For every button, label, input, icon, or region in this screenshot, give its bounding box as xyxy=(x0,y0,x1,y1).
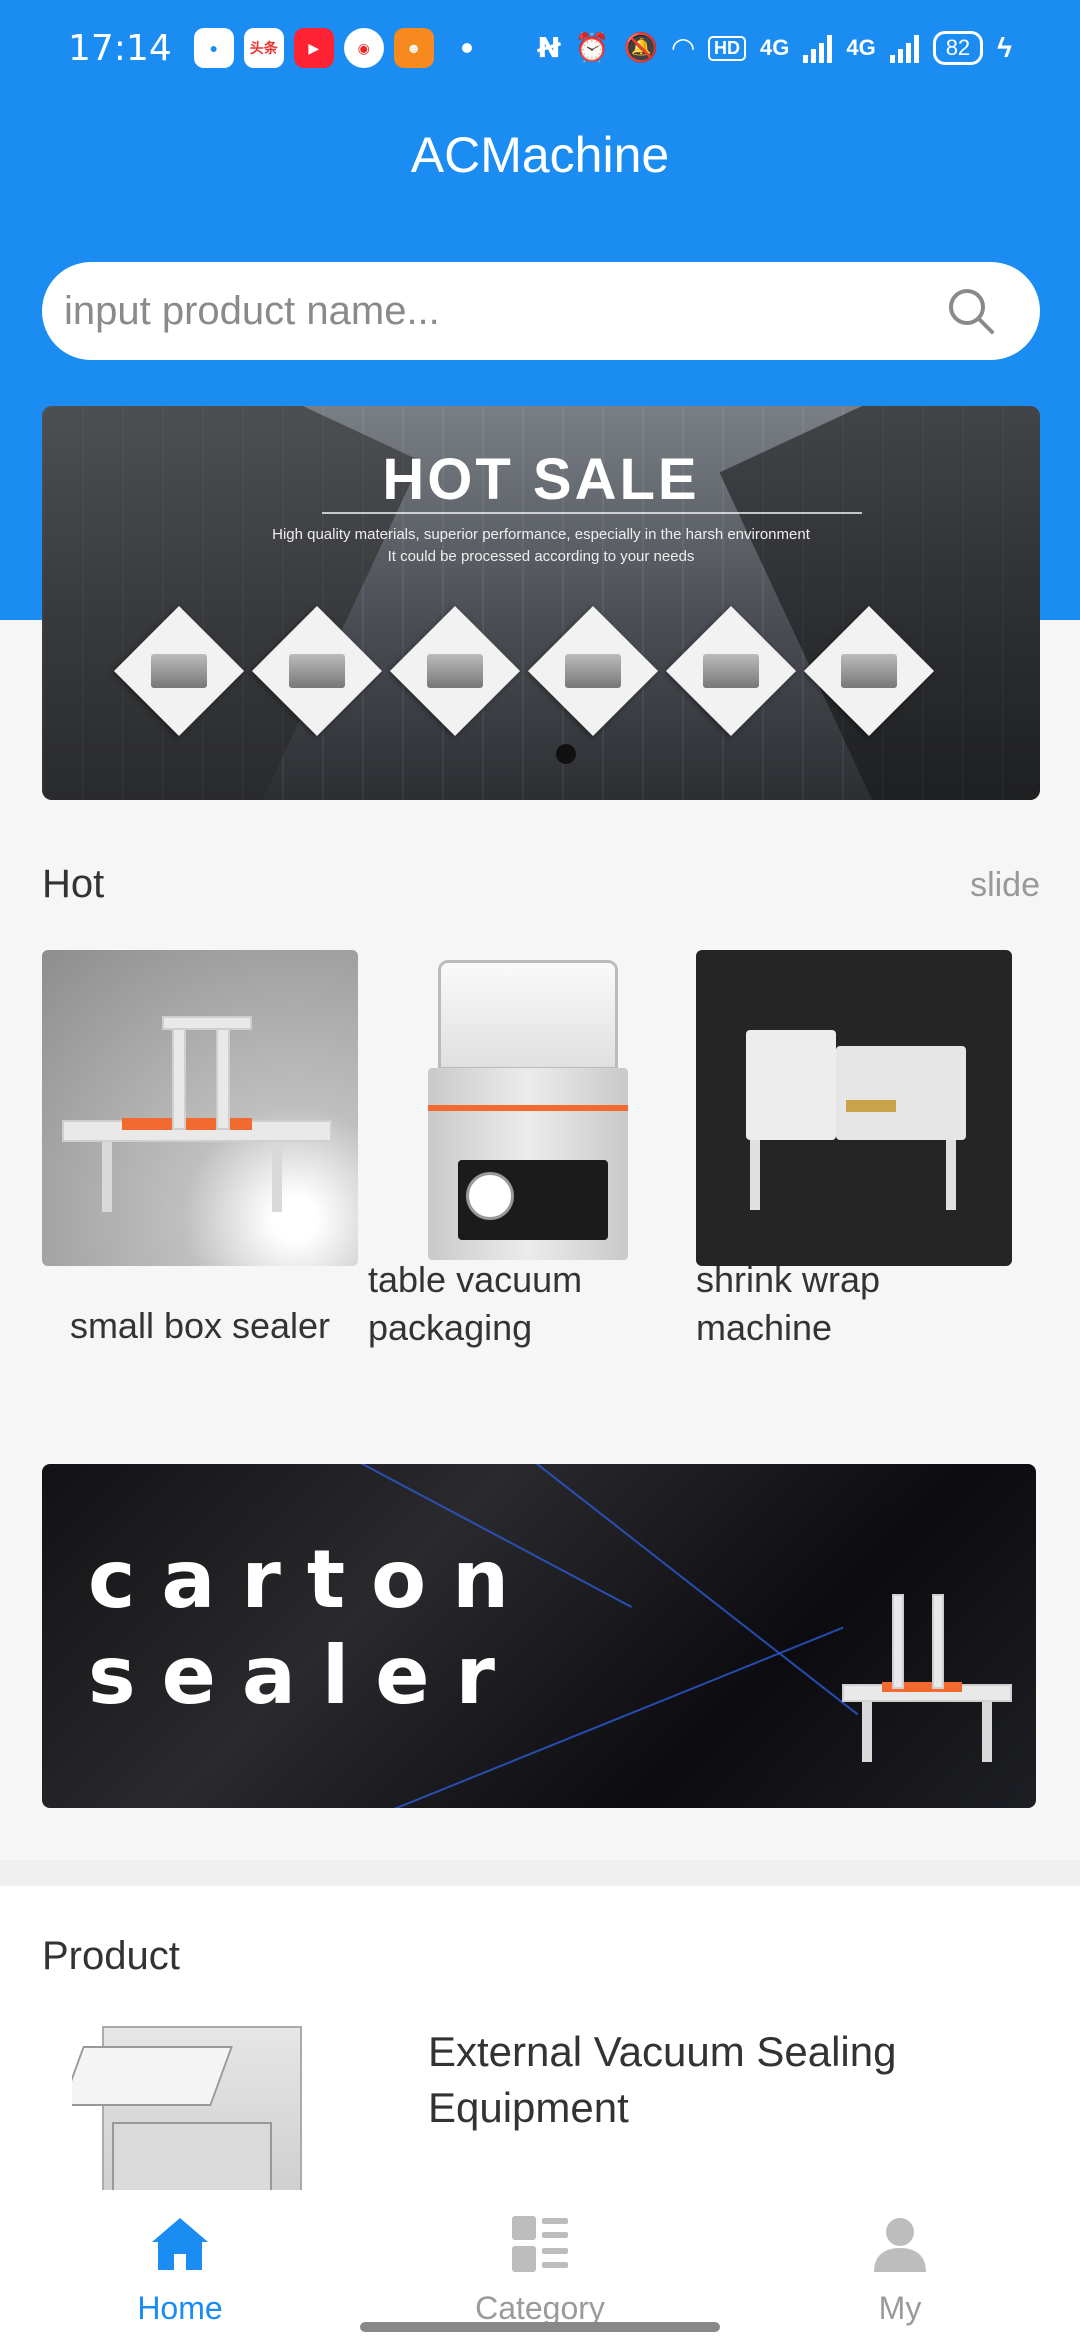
search-bar[interactable] xyxy=(42,262,1040,360)
battery-icon: 82 xyxy=(932,31,984,65)
system-status: Ꞥ ⏰ 🔕 ◠ HD 4G 4G 82 ϟ xyxy=(537,31,1012,65)
carton-sealer-banner[interactable]: carton sealer xyxy=(42,1464,1036,1808)
promo-text: carton sealer xyxy=(88,1532,535,1724)
hd-icon: HD xyxy=(707,35,746,61)
nfc-icon: Ꞥ xyxy=(537,32,561,63)
banner-machine-image xyxy=(803,605,935,737)
hot-item-small-box-sealer[interactable]: small box sealer xyxy=(42,950,358,1350)
hot-sale-banner[interactable]: HOT SALE High quality materials, superio… xyxy=(42,406,1040,800)
product-image xyxy=(368,950,684,1266)
more-notifications-dot xyxy=(461,43,472,53)
promo-line-1: carton xyxy=(88,1533,536,1626)
game-notification-icon: ☻ xyxy=(393,28,434,68)
promo-machine-image xyxy=(832,1574,1022,1774)
home-icon xyxy=(152,2218,208,2270)
alarm-icon: ⏰ xyxy=(574,32,610,63)
network-type-1: 4G xyxy=(759,35,790,60)
banner-machine-image xyxy=(665,605,797,737)
product-image xyxy=(72,2026,338,2190)
search-icon[interactable] xyxy=(944,284,998,338)
video-notification-icon: ▶ xyxy=(293,28,334,68)
product-image xyxy=(42,950,358,1266)
signal-2-icon xyxy=(889,33,919,63)
bottom-navigation: Home Category My xyxy=(0,2190,1080,2340)
status-bar: 17:14 ● 头条 ▶ ◉ ☻ Ꞥ ⏰ 🔕 ◠ HD 4G 4G 82 ϟ xyxy=(0,0,1080,96)
category-icon xyxy=(512,2216,568,2272)
banner-subtitle-line2: It could be processed according to your … xyxy=(387,548,695,565)
hot-section-title: Hot xyxy=(42,862,105,906)
product-name: External Vacuum Sealing Equipment xyxy=(428,2028,897,2131)
user-icon xyxy=(874,2218,926,2272)
network-type-2: 4G xyxy=(846,35,876,60)
banner-divider xyxy=(322,512,862,514)
banner-machine-image xyxy=(251,605,383,737)
product-image xyxy=(696,950,1012,1266)
mute-icon: 🔕 xyxy=(623,32,659,63)
hot-item-table-vacuum-packaging[interactable]: table vacuum packaging xyxy=(368,950,684,1352)
record-notification-icon: ◉ xyxy=(343,28,384,68)
hot-item-label: table vacuum packaging xyxy=(368,1259,583,1348)
toutiao-notification-icon: 头条 xyxy=(243,28,284,68)
app-title: ACMachine xyxy=(410,127,670,183)
status-time: 17:14 xyxy=(68,27,172,69)
hot-slide-link[interactable]: slide xyxy=(970,866,1040,905)
wifi-icon: ◠ xyxy=(672,32,694,63)
promo-decoration xyxy=(525,1464,859,1716)
home-gesture-bar[interactable] xyxy=(360,2322,720,2332)
promo-line-2: sealer xyxy=(88,1629,521,1722)
section-divider xyxy=(0,1860,1080,1886)
banner-machine-image xyxy=(389,605,521,737)
hot-item-label: shrink wrap machine xyxy=(696,1259,881,1348)
charging-icon: ϟ xyxy=(997,32,1012,63)
app-notification-icon: ● xyxy=(193,28,234,68)
banner-subtitle: High quality materials, superior perform… xyxy=(42,524,1040,568)
signal-1-icon xyxy=(803,33,833,63)
carousel-indicator[interactable] xyxy=(556,744,576,764)
nav-label: Home xyxy=(137,2290,223,2326)
product-section-title: Product xyxy=(42,1934,180,1978)
product-list-item[interactable]: External Vacuum Sealing Equipment xyxy=(42,2020,1042,2190)
nav-my[interactable]: My xyxy=(720,2190,1080,2340)
banner-title: HOT SALE xyxy=(382,447,700,512)
nav-category[interactable]: Category xyxy=(360,2190,720,2340)
search-input[interactable] xyxy=(64,288,944,334)
notification-icons: ● 头条 ▶ ◉ ☻ xyxy=(193,28,434,68)
banner-machine-image xyxy=(113,605,245,737)
banner-machine-image xyxy=(527,605,659,737)
hot-item-label: small box sealer xyxy=(69,1305,331,1346)
banner-product-diamonds xyxy=(113,605,935,737)
nav-home[interactable]: Home xyxy=(0,2190,360,2340)
banner-subtitle-line1: High quality materials, superior perform… xyxy=(272,526,810,543)
hot-item-shrink-wrap-machine[interactable]: shrink wrap machine xyxy=(696,950,1012,1352)
nav-label: My xyxy=(878,2290,922,2326)
